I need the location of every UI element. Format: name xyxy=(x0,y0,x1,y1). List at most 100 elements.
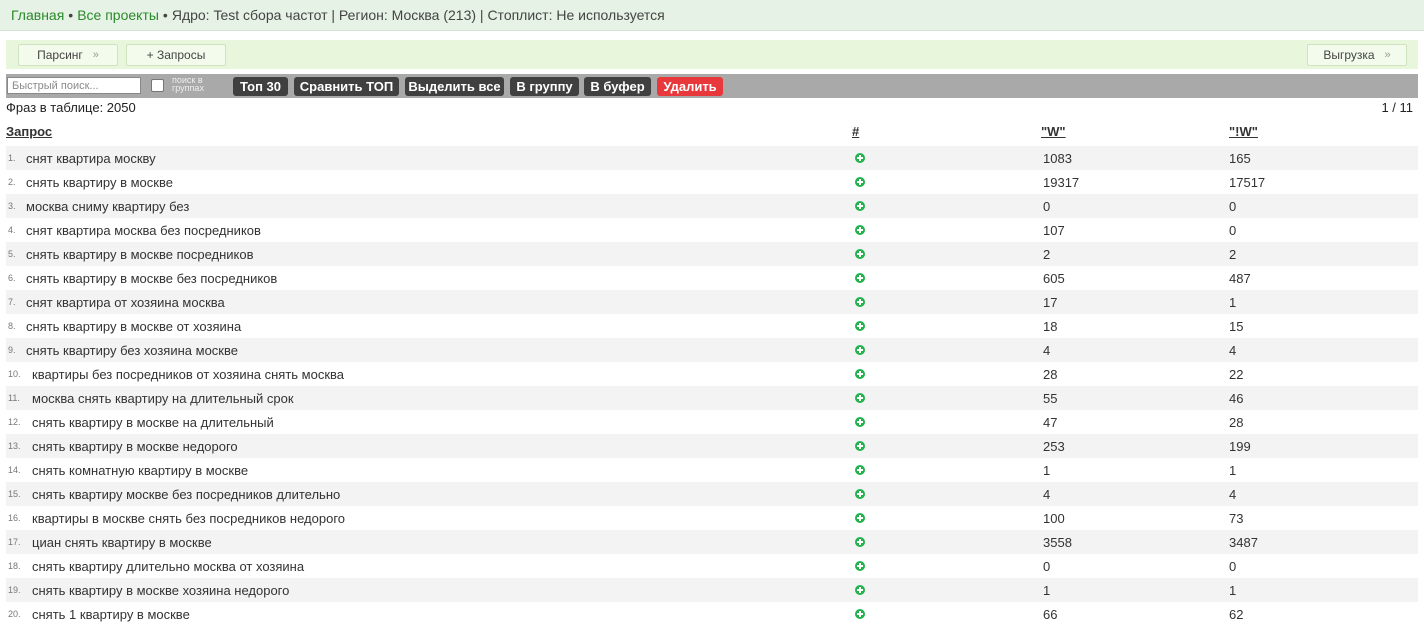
query-text: квартиры в москве снять без посредников … xyxy=(32,511,346,526)
table-row[interactable]: 13. снять квартиру в москве недорого 253 19… xyxy=(6,434,1418,458)
top30-button[interactable]: Топ 30 xyxy=(233,77,288,96)
row-number: 4. xyxy=(8,225,16,235)
plus-circle-icon[interactable] xyxy=(855,153,865,163)
table-row[interactable]: 6. снять квартиру в москве без посреднико… xyxy=(6,266,1418,290)
query-text: снят квартира от хозяина москва xyxy=(26,295,225,310)
table-row[interactable]: 4. снят квартира москва без посредников 10… xyxy=(6,218,1418,242)
table-row[interactable]: 20. снять 1 квартиру в москве 66 62 xyxy=(6,602,1418,626)
export-button[interactable]: Выгрузка » xyxy=(1307,44,1407,66)
breadcrumb-projects-link[interactable]: Все проекты xyxy=(77,7,159,23)
parsing-button[interactable]: Парсинг » xyxy=(18,44,118,66)
w-frequency: 605 xyxy=(1043,271,1065,286)
plus-circle-icon[interactable] xyxy=(855,201,865,211)
to-buffer-button[interactable]: В буфер xyxy=(584,77,651,96)
plus-circle-icon[interactable] xyxy=(855,273,865,283)
w-frequency: 1 xyxy=(1043,583,1051,598)
add-queries-label: + Запросы xyxy=(146,48,206,62)
exact-w-frequency: 487 xyxy=(1229,271,1251,286)
table-row[interactable]: 8. снять квартиру в москве от хозяина 18 15 xyxy=(6,314,1418,338)
table-row[interactable]: 11. москва снять квартиру на длительный с… xyxy=(6,386,1418,410)
table-row[interactable]: 3. москва сниму квартиру без 0 0 xyxy=(6,194,1418,218)
column-header-hash[interactable]: # xyxy=(852,124,859,139)
plus-circle-icon[interactable] xyxy=(855,609,865,619)
page-indicator: 1 / 11 xyxy=(1381,100,1413,115)
table-row[interactable]: 12. снять квартиру в москве на длительный… xyxy=(6,410,1418,434)
w-frequency: 47 xyxy=(1043,415,1058,430)
exact-w-frequency: 46 xyxy=(1229,391,1244,406)
breadcrumb-home-link[interactable]: Главная xyxy=(11,7,64,23)
chevron-right-icon: » xyxy=(1384,49,1391,61)
plus-circle-icon[interactable] xyxy=(855,369,865,379)
quick-search-input[interactable] xyxy=(7,77,141,94)
row-number: 3. xyxy=(8,201,16,211)
select-all-button[interactable]: Выделить все xyxy=(405,77,504,96)
chevron-right-icon: » xyxy=(92,49,99,61)
row-number: 2. xyxy=(8,177,16,187)
w-frequency: 17 xyxy=(1043,295,1058,310)
w-frequency: 253 xyxy=(1043,439,1065,454)
plus-circle-icon[interactable] xyxy=(855,297,865,307)
w-frequency: 3558 xyxy=(1043,535,1072,550)
table-row[interactable]: 17. циан снять квартиру в москве 3558 3487 xyxy=(6,530,1418,554)
delete-button[interactable]: Удалить xyxy=(657,77,723,96)
exact-w-frequency: 22 xyxy=(1229,367,1244,382)
exact-w-frequency: 199 xyxy=(1229,439,1251,454)
plus-circle-icon[interactable] xyxy=(855,417,865,427)
row-number: 16. xyxy=(8,513,21,523)
query-text: снять квартиру длительно москва от хозяи… xyxy=(32,559,305,574)
plus-circle-icon[interactable] xyxy=(855,537,865,547)
plus-circle-icon[interactable] xyxy=(855,345,865,355)
row-number: 6. xyxy=(8,273,16,283)
w-frequency: 55 xyxy=(1043,391,1058,406)
table-row[interactable]: 5. снять квартиру в москве посредников 2 2 xyxy=(6,242,1418,266)
exact-w-frequency: 1 xyxy=(1229,295,1237,310)
plus-circle-icon[interactable] xyxy=(855,585,865,595)
plus-circle-icon[interactable] xyxy=(855,177,865,187)
exact-w-frequency: 1 xyxy=(1229,463,1237,478)
w-frequency: 4 xyxy=(1043,487,1051,502)
w-frequency: 1083 xyxy=(1043,151,1072,166)
row-number: 12. xyxy=(8,417,21,427)
table-row[interactable]: 9. снять квартиру без хозяина москве 4 4 xyxy=(6,338,1418,362)
plus-circle-icon[interactable] xyxy=(855,489,865,499)
column-header-w[interactable]: "W" xyxy=(1041,124,1066,139)
plus-circle-icon[interactable] xyxy=(855,513,865,523)
query-text: снят квартира москва без посредников xyxy=(26,223,261,238)
table-row[interactable]: 15. снять квартиру москве без посредников… xyxy=(6,482,1418,506)
exact-w-frequency: 2 xyxy=(1229,247,1237,262)
table-row[interactable]: 14. снять комнатную квартиру в москве 1 1 xyxy=(6,458,1418,482)
w-frequency: 1 xyxy=(1043,463,1051,478)
column-header-query[interactable]: Запрос xyxy=(6,124,52,139)
table-row[interactable]: 18. снять квартиру длительно москва от хо… xyxy=(6,554,1418,578)
row-number: 10. xyxy=(8,369,21,379)
query-text: циан снять квартиру в москве xyxy=(32,535,212,550)
w-frequency: 19317 xyxy=(1043,175,1080,190)
table-row[interactable]: 1. снят квартира москву 1083 165 xyxy=(6,146,1418,170)
table-row[interactable]: 16. квартиры в москве снять без посредник… xyxy=(6,506,1418,530)
table-row[interactable]: 7. снят квартира от хозяина москва 17 1 xyxy=(6,290,1418,314)
plus-circle-icon[interactable] xyxy=(855,393,865,403)
query-text: снять квартиру в москве посредников xyxy=(26,247,254,262)
plus-circle-icon[interactable] xyxy=(855,561,865,571)
add-queries-button[interactable]: + Запросы xyxy=(126,44,226,66)
table-row[interactable]: 10. квартиры без посредников от хозяина с… xyxy=(6,362,1418,386)
plus-circle-icon[interactable] xyxy=(855,465,865,475)
column-header-exact-w[interactable]: "!W" xyxy=(1229,124,1258,139)
plus-circle-icon[interactable] xyxy=(855,441,865,451)
table-row[interactable]: 2. снять квартиру в москве 19317 17517 xyxy=(6,170,1418,194)
plus-circle-icon[interactable] xyxy=(855,225,865,235)
group-search-checkbox[interactable] xyxy=(151,79,164,92)
query-text: снять квартиру без хозяина москве xyxy=(26,343,238,358)
plus-circle-icon[interactable] xyxy=(855,249,865,259)
plus-circle-icon[interactable] xyxy=(855,321,865,331)
query-text: квартиры без посредников от хозяина снят… xyxy=(32,367,345,382)
group-search-label: поиск в группах xyxy=(172,75,204,93)
to-group-button[interactable]: В группу xyxy=(510,77,579,96)
compare-top-button[interactable]: Сравнить ТОП xyxy=(294,77,399,96)
exact-w-frequency: 15 xyxy=(1229,319,1244,334)
table-row[interactable]: 19. снять квартиру в москве хозяина недор… xyxy=(6,578,1418,602)
row-number: 17. xyxy=(8,537,21,547)
row-number: 19. xyxy=(8,585,21,595)
exact-w-frequency: 17517 xyxy=(1229,175,1266,190)
exact-w-frequency: 0 xyxy=(1229,199,1237,214)
